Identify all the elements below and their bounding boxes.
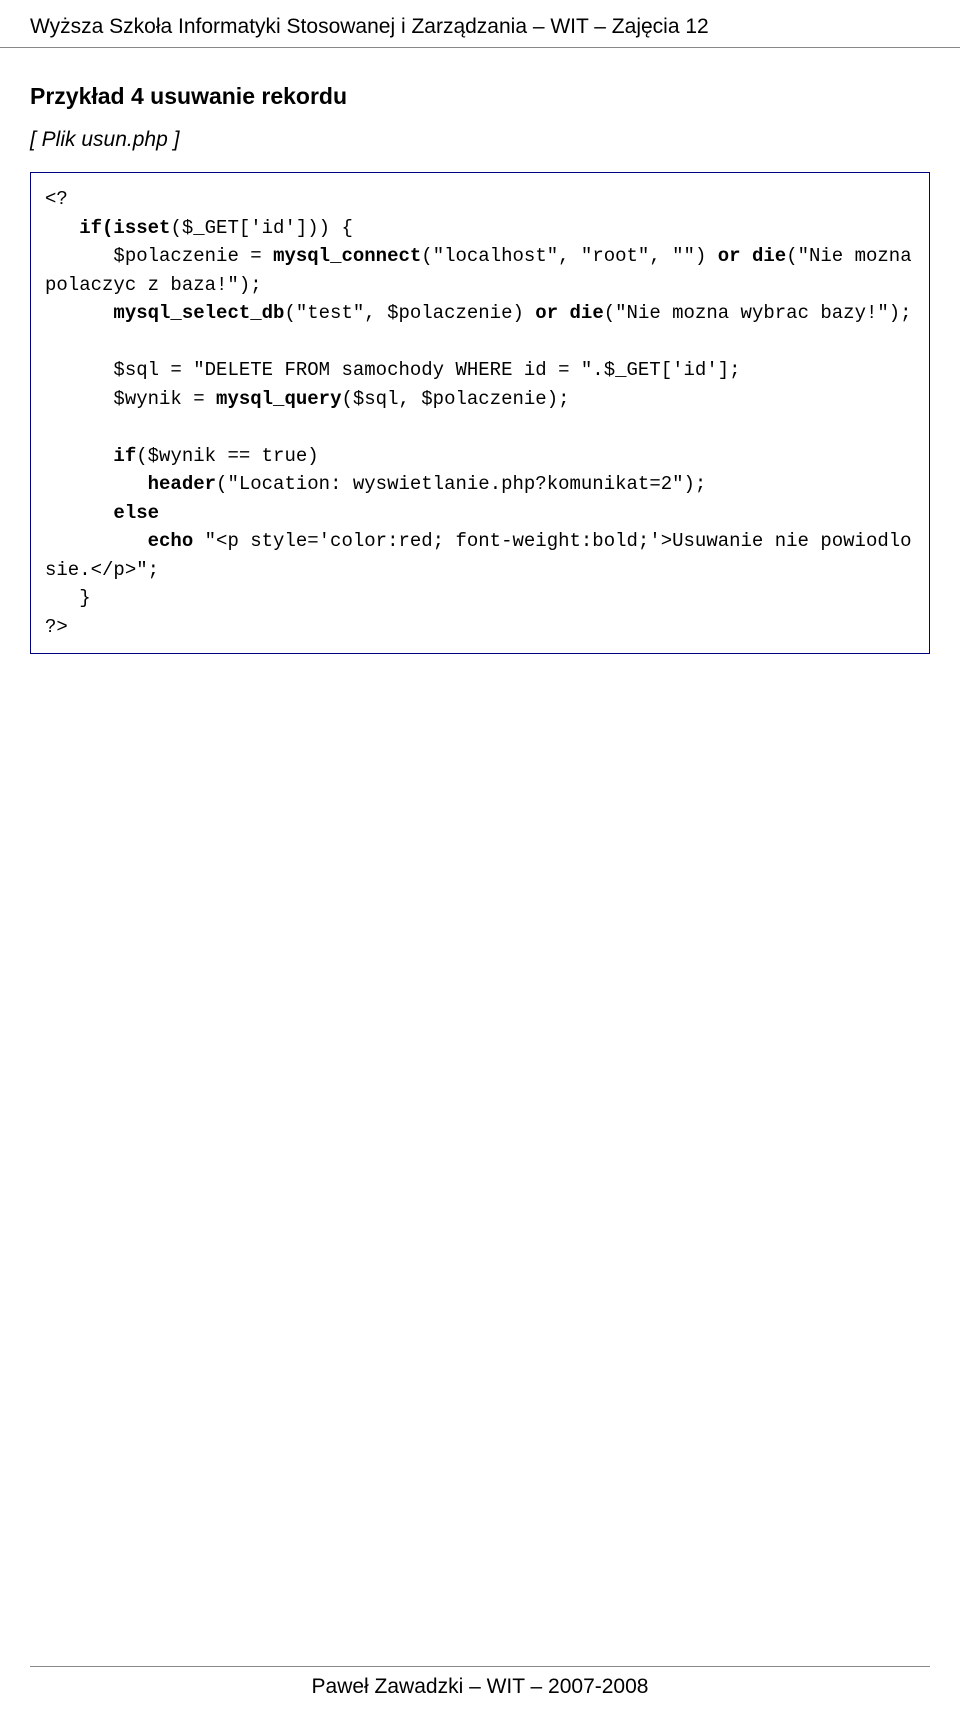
- code-line: $sql = "DELETE FROM samochody WHERE id =…: [45, 359, 741, 381]
- code-line: [45, 445, 113, 467]
- code-text: [558, 302, 569, 324]
- code-keyword: mysql_connect: [273, 245, 421, 267]
- code-keyword: if: [113, 445, 136, 467]
- code-keyword: or: [535, 302, 558, 324]
- code-line: [45, 217, 79, 239]
- code-keyword: mysql_select_db: [113, 302, 284, 324]
- code-line: ?>: [45, 616, 68, 638]
- code-text: ("localhost", "root", ""): [421, 245, 717, 267]
- code-line: }: [45, 587, 91, 609]
- code-keyword: header: [148, 473, 216, 495]
- code-line: <?: [45, 188, 68, 210]
- code-text: ($_GET['id'])) {: [170, 217, 352, 239]
- code-text: ($wynik == true): [136, 445, 318, 467]
- page-header: Wyższa Szkoła Informatyki Stosowanej i Z…: [0, 0, 960, 48]
- code-text: [741, 245, 752, 267]
- page-footer: Paweł Zawadzki – WIT – 2007-2008: [30, 1666, 930, 1714]
- code-keyword: or: [718, 245, 741, 267]
- code-keyword: echo: [148, 530, 194, 552]
- code-keyword: else: [113, 502, 159, 524]
- code-text: ("test", $polaczenie): [284, 302, 535, 324]
- code-block: <? if(isset($_GET['id'])) { $polaczenie …: [30, 172, 930, 654]
- code-line: [45, 302, 113, 324]
- file-label: [ Plik usun.php ]: [30, 128, 930, 152]
- code-keyword: die: [752, 245, 786, 267]
- code-keyword: die: [570, 302, 604, 324]
- section-title: Przykład 4 usuwanie rekordu: [30, 83, 930, 110]
- code-keyword: mysql_query: [216, 388, 341, 410]
- main-content: Przykład 4 usuwanie rekordu [ Plik usun.…: [0, 83, 960, 654]
- code-text: ("Location: wyswietlanie.php?komunikat=2…: [216, 473, 706, 495]
- code-line: $wynik =: [45, 388, 216, 410]
- code-line: [45, 530, 148, 552]
- code-text: ("Nie mozna wybrac bazy!");: [604, 302, 912, 324]
- code-keyword: if(isset: [79, 217, 170, 239]
- code-line: [45, 502, 113, 524]
- code-text: ($sql, $polaczenie);: [341, 388, 569, 410]
- code-line: $polaczenie =: [45, 245, 273, 267]
- code-line: [45, 473, 148, 495]
